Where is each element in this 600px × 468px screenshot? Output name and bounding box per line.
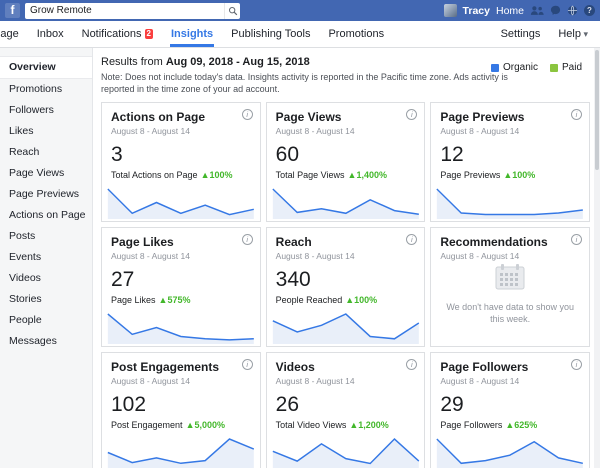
legend-paid: Paid — [549, 62, 582, 73]
chart-legend: Organic Paid — [490, 62, 582, 73]
content-area: Overview Promotions Followers Likes Reac… — [0, 48, 600, 468]
sparkline-chart — [107, 438, 255, 468]
facebook-logo[interactable] — [5, 3, 20, 18]
metric-value: 26 — [275, 393, 300, 417]
no-data-placeholder: We don't have data to show you this week… — [443, 264, 577, 325]
sidebar-item-actions-on-page[interactable]: Actions on Page — [0, 205, 92, 226]
change-percent: ▲100% — [200, 170, 233, 181]
paid-swatch — [549, 63, 558, 72]
change-percent: ▲5,000% — [185, 420, 225, 431]
settings-link[interactable]: Settings — [501, 28, 541, 40]
notifications-globe-icon[interactable] — [567, 5, 578, 16]
scrollbar-thumb[interactable] — [595, 50, 599, 170]
change-percent: ▲100% — [503, 170, 536, 181]
sidebar-item-messages[interactable]: Messages — [0, 331, 92, 352]
card-page-followers[interactable]: Page Followers August 8 - August 14 29 P… — [430, 352, 590, 468]
avatar[interactable] — [443, 4, 457, 17]
tab-page[interactable]: Page — [0, 21, 28, 47]
metric-value: 29 — [440, 393, 464, 417]
metric-value: 340 — [275, 268, 311, 292]
home-link[interactable]: Home — [496, 5, 524, 17]
metric-value: 12 — [440, 143, 464, 167]
sparkline-chart — [107, 188, 254, 220]
change-percent: ▲100% — [345, 295, 378, 306]
sidebar-item-people[interactable]: People — [0, 310, 92, 331]
change-percent: ▲1,200% — [349, 420, 389, 431]
sidebar-item-videos[interactable]: Videos — [0, 268, 92, 289]
sparkline-chart — [107, 313, 254, 345]
help-menu[interactable]: Help — [558, 28, 588, 40]
sparkline-chart — [272, 438, 419, 468]
insights-sidebar: Overview Promotions Followers Likes Reac… — [0, 48, 93, 468]
overview-panel: Results from Aug 09, 2018 - Aug 15, 2018… — [93, 48, 600, 468]
date-range: Aug 09, 2018 - Aug 15, 2018 — [165, 56, 310, 68]
tab-promotions[interactable]: Promotions — [319, 21, 393, 47]
sidebar-item-overview[interactable]: Overview — [0, 56, 92, 79]
tab-publishing-tools[interactable]: Publishing Tools — [222, 21, 319, 47]
scrollbar[interactable] — [594, 48, 600, 468]
card-reach[interactable]: Reach August 8 - August 14 340 People Re… — [265, 227, 426, 348]
change-percent: ▲1,400% — [347, 170, 387, 181]
card-post-engagements[interactable]: Post Engagements August 8 - August 14 10… — [101, 352, 261, 468]
info-icon[interactable] — [241, 359, 253, 371]
sidebar-item-page-previews[interactable]: Page Previews — [0, 184, 92, 205]
top-navigation-bar: Tracy Home — [0, 0, 600, 21]
sparkline-chart — [272, 188, 419, 220]
info-icon[interactable] — [571, 234, 582, 246]
sparkline-chart — [436, 188, 584, 220]
card-videos[interactable]: Videos August 8 - August 14 26 Total Vid… — [265, 352, 426, 468]
info-icon[interactable] — [571, 359, 582, 371]
metric-value: 60 — [275, 143, 300, 167]
search-icon[interactable] — [224, 2, 240, 19]
sidebar-item-promotions[interactable]: Promotions — [0, 79, 92, 100]
sparkline-chart — [436, 438, 584, 468]
messenger-icon[interactable] — [550, 5, 561, 16]
metric-value: 27 — [111, 268, 135, 292]
info-icon[interactable] — [406, 359, 418, 371]
sidebar-item-events[interactable]: Events — [0, 247, 92, 268]
tab-inbox[interactable]: Inbox — [28, 21, 73, 47]
change-percent: ▲625% — [505, 420, 538, 431]
sidebar-item-reach[interactable]: Reach — [0, 142, 92, 163]
facebook-insights-page: Tracy Home Page Inbox Notifications 2 In… — [0, 0, 600, 468]
change-percent: ▲575% — [158, 295, 191, 306]
page-tabs-bar: Page Inbox Notifications 2 Insights Publ… — [0, 21, 600, 48]
metric-value: 102 — [111, 393, 147, 417]
organic-swatch — [490, 63, 499, 72]
metric-value: 3 — [111, 143, 123, 167]
search-input[interactable] — [25, 2, 224, 19]
calendar-icon — [495, 264, 525, 290]
sparkline-chart — [272, 313, 419, 345]
metric-cards-grid: Actions on Page August 8 - August 14 3 T… — [101, 102, 590, 468]
no-data-text: We don't have data to show you this week… — [446, 302, 574, 325]
sidebar-item-stories[interactable]: Stories — [0, 289, 92, 310]
topbar-right-cluster: Tracy Home — [443, 4, 595, 17]
tab-notifications[interactable]: Notifications 2 — [73, 21, 162, 47]
info-icon[interactable] — [571, 109, 582, 121]
help-icon[interactable] — [584, 5, 595, 16]
info-icon[interactable] — [406, 109, 418, 121]
card-page-previews[interactable]: Page Previews August 8 - August 14 12 Pa… — [430, 102, 590, 223]
card-page-likes[interactable]: Page Likes August 8 - August 14 27 Page … — [101, 227, 261, 348]
info-icon[interactable] — [406, 234, 418, 246]
card-recommendations[interactable]: Recommendations August 8 - August 14 i W… — [430, 227, 590, 348]
sidebar-item-page-views[interactable]: Page Views — [0, 163, 92, 184]
legend-organic: Organic — [490, 62, 538, 73]
nav-right-links: Settings Help — [501, 21, 596, 47]
sidebar-item-likes[interactable]: Likes — [0, 121, 92, 142]
results-note: Note: Does not include today's data. Ins… — [101, 72, 508, 95]
info-icon[interactable] — [241, 234, 253, 246]
card-actions-on-page[interactable]: Actions on Page August 8 - August 14 3 T… — [101, 102, 261, 223]
notifications-badge: 2 — [144, 29, 153, 39]
sidebar-item-posts[interactable]: Posts — [0, 226, 92, 247]
sidebar-item-followers[interactable]: Followers — [0, 100, 92, 121]
profile-link[interactable]: Tracy — [463, 5, 490, 17]
friend-requests-icon[interactable] — [530, 5, 544, 16]
card-page-views[interactable]: Page Views August 8 - August 14 60 Total… — [265, 102, 426, 223]
tab-insights[interactable]: Insights — [162, 21, 222, 47]
info-icon[interactable] — [241, 109, 253, 121]
search-box — [25, 2, 240, 19]
